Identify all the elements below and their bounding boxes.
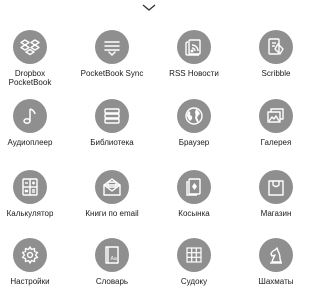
app-label: Книги по email <box>85 209 139 218</box>
app-label: Браузер <box>178 138 210 147</box>
svg-text:Aa: Aa <box>111 256 117 262</box>
dropbox-icon <box>13 30 47 64</box>
app-dropbox-pocketbook[interactable]: Dropbox PocketBook <box>0 30 69 96</box>
app-label: PocketBook Sync <box>80 69 144 78</box>
scribble-icon <box>259 30 293 64</box>
app-label: Галерея <box>260 138 292 147</box>
email-book-icon <box>95 170 129 204</box>
rss-news-icon <box>177 30 211 64</box>
app-solitaire[interactable]: Косынка <box>155 170 233 236</box>
app-chess[interactable]: Шахматы <box>237 238 315 304</box>
app-calculator[interactable]: Калькулятор <box>0 170 69 236</box>
app-label: Косынка <box>178 209 210 218</box>
app-audio-player[interactable]: Аудиоплеер <box>0 99 69 165</box>
gear-icon <box>13 238 47 272</box>
calculator-icon <box>13 170 47 204</box>
app-library[interactable]: Библиотека <box>73 99 151 165</box>
app-label: Аудиоплеер <box>7 138 53 147</box>
app-store[interactable]: Магазин <box>237 170 315 236</box>
app-pocketbook-sync[interactable]: PocketBook Sync <box>73 30 151 96</box>
app-label: Магазин <box>260 209 292 218</box>
chess-knight-icon <box>259 238 293 272</box>
playing-card-icon <box>177 170 211 204</box>
app-rss-news[interactable]: RSS Новости <box>155 30 233 96</box>
chevron-down-icon[interactable] <box>142 3 156 12</box>
sync-icon <box>95 30 129 64</box>
app-settings[interactable]: Настройки <box>0 238 69 304</box>
app-books-by-email[interactable]: Книги по email <box>73 170 151 236</box>
gallery-icon <box>259 99 293 133</box>
app-label: Калькулятор <box>6 209 54 218</box>
app-label: Библиотека <box>90 138 134 147</box>
app-label: Dropbox PocketBook <box>8 69 52 87</box>
app-dictionary[interactable]: Aa Словарь <box>73 238 151 304</box>
globe-icon <box>177 99 211 133</box>
app-scribble[interactable]: Scribble <box>237 30 315 96</box>
app-label: RSS Новости <box>169 69 219 78</box>
app-sudoku[interactable]: Судоку <box>155 238 233 304</box>
app-label: Scribble <box>261 69 291 78</box>
library-books-icon <box>95 99 129 133</box>
app-browser[interactable]: Браузер <box>155 99 233 165</box>
music-note-icon <box>13 99 47 133</box>
shopping-bag-icon <box>259 170 293 204</box>
dictionary-icon: Aa <box>95 238 129 272</box>
sudoku-grid-icon <box>177 238 211 272</box>
app-gallery[interactable]: Галерея <box>237 99 315 165</box>
